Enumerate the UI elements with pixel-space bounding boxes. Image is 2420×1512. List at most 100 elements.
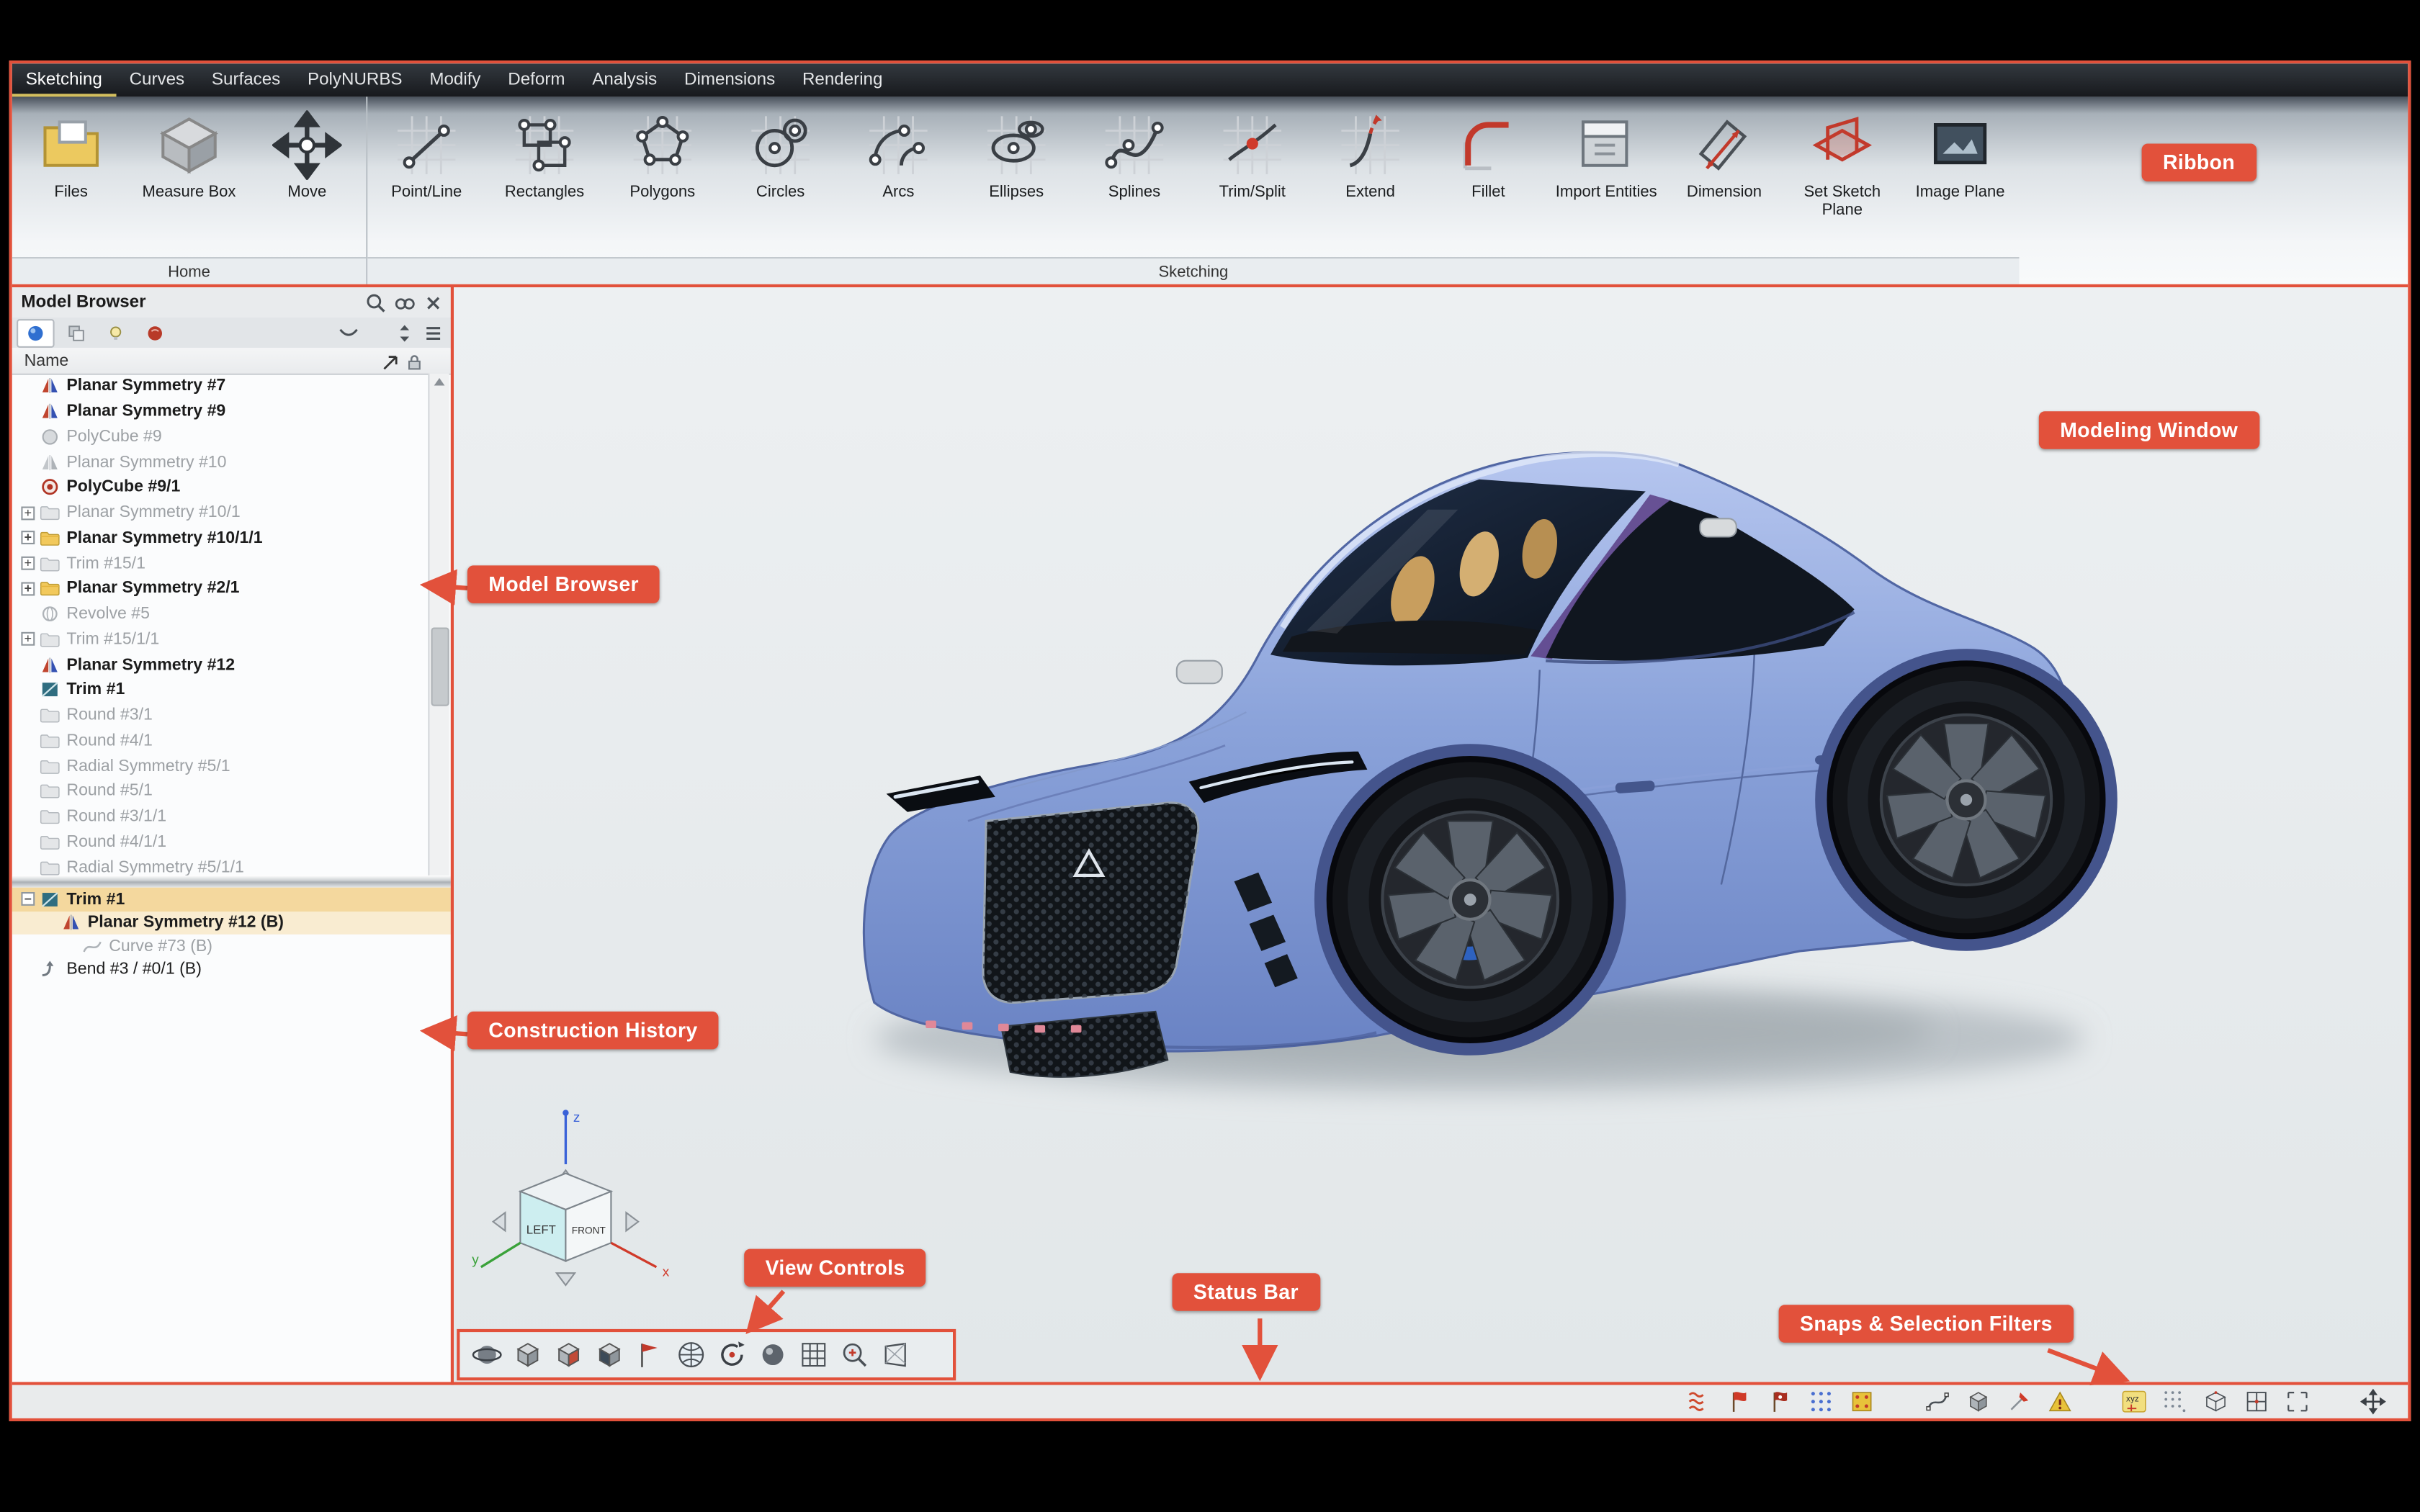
expand-icon[interactable]: + [21, 557, 35, 570]
ribbon-button-point-line[interactable]: Point/Line [367, 96, 485, 202]
curve-filter-icon[interactable] [337, 321, 360, 344]
filter-instances-icon[interactable] [2003, 1387, 2033, 1416]
tree-item[interactable]: Round #5/1 [12, 779, 430, 804]
scrollbar-thumb[interactable] [431, 627, 449, 706]
ribbon-button-files[interactable]: Files [12, 96, 130, 202]
tab-lights[interactable] [99, 320, 133, 346]
pointer-column-icon[interactable] [381, 351, 399, 369]
snap-surfaces-flag-icon[interactable] [1765, 1387, 1796, 1416]
tree-item[interactable]: PolyCube #9 [12, 424, 430, 449]
tree-item[interactable]: Round #3/1/1 [12, 804, 430, 829]
snap-curves-icon[interactable] [1683, 1387, 1713, 1416]
tree-item[interactable]: +Trim #15/1 [12, 551, 430, 576]
coordinates-xyz-icon[interactable]: xyz [2119, 1387, 2149, 1416]
tree-item[interactable]: +Planar Symmetry #2/1 [12, 576, 430, 601]
ribbon-button-measure-box[interactable]: Measure Box [130, 96, 248, 202]
tree-item[interactable]: Planar Symmetry #12 [12, 652, 430, 678]
history-item[interactable]: Bend #3 / #0/1 (B) [12, 958, 451, 981]
ribbon-button-arcs[interactable]: Arcs [840, 96, 958, 202]
globe-view-icon[interactable] [670, 1335, 711, 1374]
grid-toggle-icon[interactable] [792, 1335, 833, 1374]
ribbon-button-extend[interactable]: Extend [1312, 96, 1430, 202]
ribbon-button-circles[interactable]: Circles [722, 96, 840, 202]
ribbon-button-polygons[interactable]: Polygons [604, 96, 722, 202]
menu-sketching[interactable]: Sketching [12, 63, 116, 96]
tree-item[interactable]: Revolve #5 [12, 601, 430, 626]
menu-curves[interactable]: Curves [116, 63, 198, 96]
view-cube[interactable]: z LEFT FRONT y x [466, 1104, 693, 1300]
ribbon-button-rectangles[interactable]: Rectangles [485, 96, 604, 202]
grid-cube-icon[interactable] [2200, 1387, 2231, 1416]
tree-item[interactable]: PolyCube #9/1 [12, 474, 430, 500]
zoom-fit-icon[interactable] [833, 1335, 874, 1374]
car-model[interactable] [829, 431, 2130, 1157]
find-replace-icon[interactable] [393, 291, 416, 314]
ribbon-button-dimension[interactable]: Dimension [1665, 96, 1783, 202]
tab-layers[interactable] [59, 320, 94, 346]
tree-item[interactable]: Planar Symmetry #10 [12, 449, 430, 474]
search-icon[interactable] [364, 291, 387, 314]
ribbon-button-ellipses[interactable]: Ellipses [957, 96, 1075, 202]
menu-deform[interactable]: Deform [494, 63, 578, 96]
list-view-icon[interactable] [422, 321, 445, 344]
tree-item[interactable]: Radial Symmetry #5/1 [12, 753, 430, 778]
menu-analysis[interactable]: Analysis [578, 63, 671, 96]
orbit-view-icon[interactable] [466, 1335, 507, 1374]
shaded-render-icon[interactable] [752, 1335, 793, 1374]
menu-modify[interactable]: Modify [416, 63, 494, 96]
ribbon-button-image-plane[interactable]: Image Plane [1901, 96, 2020, 202]
perspective-view-icon[interactable] [874, 1335, 915, 1374]
tree-scrollbar[interactable] [428, 374, 449, 876]
tree-item[interactable]: Planar Symmetry #7 [12, 374, 430, 399]
snap-workplane-icon[interactable] [1847, 1387, 1877, 1416]
expand-icon[interactable]: + [21, 506, 35, 520]
lock-column-icon[interactable] [405, 351, 424, 369]
ribbon-button-trim-split[interactable]: Trim/Split [1193, 96, 1312, 202]
tree-item[interactable]: Radial Symmetry #5/1/1 [12, 855, 430, 876]
snap-grid-icon[interactable] [1806, 1387, 1836, 1416]
front-face-label[interactable]: FRONT [572, 1225, 606, 1236]
menu-rendering[interactable]: Rendering [789, 63, 896, 96]
history-item[interactable]: Curve #73 (B) [12, 935, 451, 958]
spin-view-icon[interactable] [711, 1335, 752, 1374]
tree-item[interactable]: +Planar Symmetry #10/1 [12, 500, 430, 526]
modeling-window[interactable]: z LEFT FRONT y x [454, 287, 2408, 1382]
ribbon-button-splines[interactable]: Splines [1075, 96, 1193, 202]
menu-dimensions[interactable]: Dimensions [671, 63, 789, 96]
ribbon-button-import-entities[interactable]: Import Entities [1547, 96, 1665, 202]
camera-view-icon[interactable] [588, 1335, 629, 1374]
filter-solids-icon[interactable] [1963, 1387, 1993, 1416]
grid-plane-icon[interactable] [2241, 1387, 2272, 1416]
menu-surfaces[interactable]: Surfaces [198, 63, 294, 96]
filter-lights-icon[interactable] [2044, 1387, 2074, 1416]
expand-icon[interactable]: + [21, 633, 35, 647]
close-panel-icon[interactable] [422, 291, 445, 314]
tree-item[interactable]: +Planar Symmetry #10/1/1 [12, 526, 430, 551]
ribbon-button-set-sketch-plane[interactable]: Set Sketch Plane [1783, 96, 1901, 220]
tree-item[interactable]: Trim #1 [12, 678, 430, 703]
panel-splitter[interactable] [12, 876, 451, 888]
expand-icon[interactable]: + [21, 531, 35, 545]
front-face-view-icon[interactable] [547, 1335, 588, 1374]
selection-window-icon[interactable] [2282, 1387, 2313, 1416]
sketch-view-icon[interactable] [629, 1335, 671, 1374]
filter-curves-icon[interactable] [1922, 1387, 1952, 1416]
tree-item[interactable]: Planar Symmetry #9 [12, 399, 430, 424]
pan-view-icon[interactable] [506, 1335, 547, 1374]
tab-objects[interactable] [17, 318, 55, 347]
ribbon-button-fillet[interactable]: Fillet [1429, 96, 1547, 202]
collapse-icon[interactable]: – [21, 893, 35, 906]
tree-item[interactable]: +Trim #15/1/1 [12, 626, 430, 652]
history-item[interactable]: Planar Symmetry #12 (B) [12, 911, 451, 935]
expand-collapse-all-icon[interactable] [393, 321, 416, 344]
tree-item[interactable]: Round #4/1 [12, 728, 430, 753]
move-anchor-icon[interactable] [2357, 1387, 2388, 1416]
left-face-label[interactable]: LEFT [526, 1223, 556, 1237]
ribbon-button-move[interactable]: Move [248, 96, 366, 202]
grid-points-icon[interactable] [2160, 1387, 2190, 1416]
menu-polynurbs[interactable]: PolyNURBS [294, 63, 416, 96]
snap-points-flag-icon[interactable] [1724, 1387, 1754, 1416]
tree-item[interactable]: Round #4/1/1 [12, 829, 430, 855]
tree-item[interactable]: Round #3/1 [12, 703, 430, 728]
scrollbar-up-icon[interactable] [433, 377, 447, 389]
